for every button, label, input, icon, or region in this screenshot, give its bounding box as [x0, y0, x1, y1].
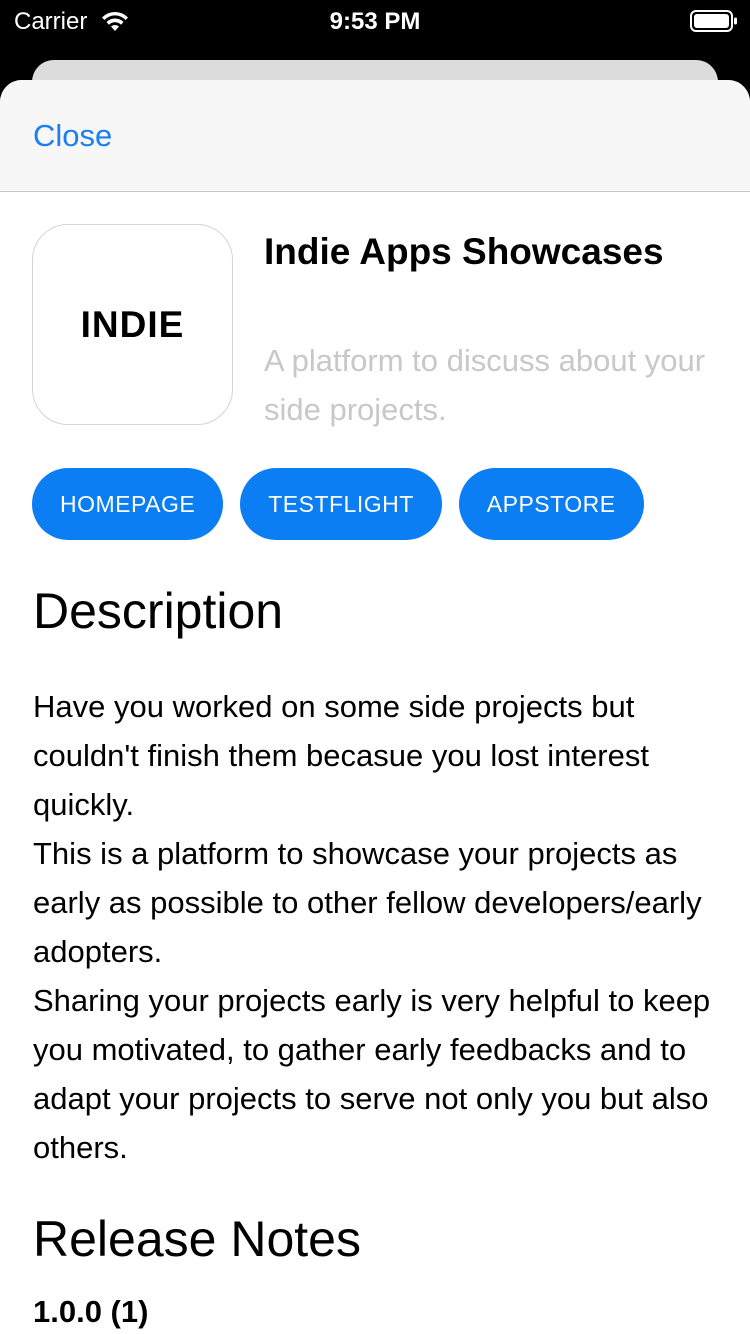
app-subtitle: A platform to discuss about your side pr… — [264, 343, 706, 427]
release-version: 1.0.0 (1) — [33, 1294, 149, 1329]
status-time: 9:53 PM — [329, 8, 421, 35]
status-bar: Carrier 9:53 PM — [0, 0, 750, 42]
battery-icon — [690, 10, 737, 32]
release-notes-heading: Release Notes — [33, 1211, 361, 1267]
app-header: INDIE Indie Apps Showcases A platform to… — [0, 192, 750, 432]
homepage-button[interactable]: HOMEPAGE — [32, 468, 224, 540]
close-button[interactable]: Close — [33, 118, 112, 154]
navigation-bar: Close — [0, 80, 750, 192]
description-heading: Description — [33, 583, 284, 639]
app-title: Indie Apps Showcases — [264, 231, 664, 272]
app-icon-text: INDIE — [80, 303, 185, 345]
app-icon: INDIE — [32, 224, 233, 425]
appstore-button[interactable]: APPSTORE — [458, 468, 644, 540]
app-detail-sheet: Close INDIE Indie Apps Showcases A platf… — [0, 80, 750, 1334]
description-body: Have you worked on some side projects bu… — [33, 689, 711, 1165]
testflight-button[interactable]: TESTFLIGHT — [240, 468, 442, 540]
link-buttons: HOMEPAGE TESTFLIGHT APPSTORE — [32, 468, 644, 540]
